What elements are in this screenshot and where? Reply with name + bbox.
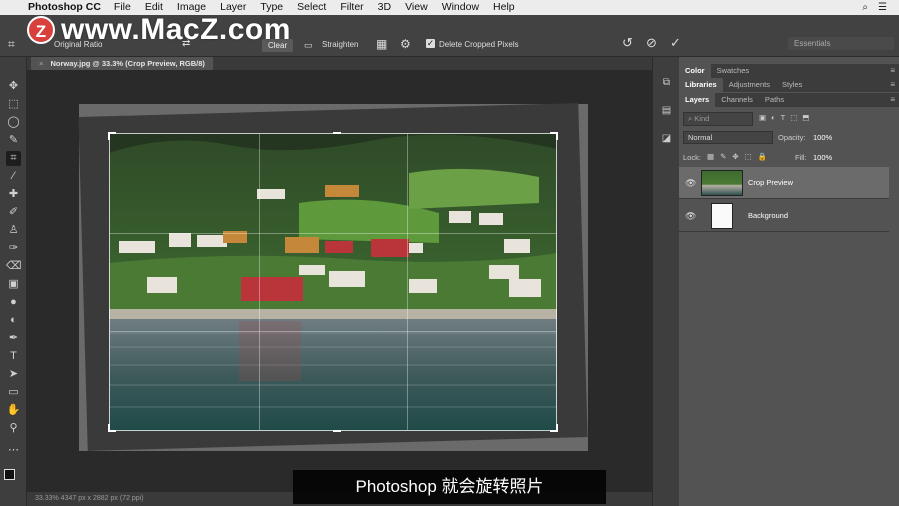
marquee-tool-icon[interactable]: ⬚ bbox=[6, 97, 21, 112]
document-tab-strip: × Norway.jpg @ 33.3% (Crop Preview, RGB/… bbox=[27, 57, 652, 70]
eyedropper-tool-icon[interactable]: ⁄ bbox=[6, 169, 21, 184]
workspace-select[interactable]: Essentials bbox=[788, 37, 894, 50]
straighten-button[interactable]: Straighten bbox=[322, 40, 358, 49]
layers-panel-tabs: Layers Channels Paths ≡ bbox=[679, 93, 899, 107]
menu-view[interactable]: View bbox=[398, 0, 435, 15]
layer-thumbnail bbox=[711, 203, 733, 229]
shape-tool-icon[interactable]: ▭ bbox=[6, 385, 21, 400]
close-icon[interactable]: × bbox=[39, 59, 43, 68]
move-tool-icon[interactable]: ✥ bbox=[6, 79, 21, 94]
tab-layers[interactable]: Layers bbox=[679, 93, 716, 107]
straighten-icon[interactable]: ▭ bbox=[304, 39, 313, 51]
more-tools-icon[interactable]: ⋯ bbox=[6, 443, 21, 458]
lock-label: Lock: bbox=[683, 153, 701, 162]
crop-tool-icon[interactable]: ⌗ bbox=[8, 38, 15, 50]
opacity-label: Opacity: bbox=[778, 133, 806, 142]
panel-menu-icon[interactable]: ≡ bbox=[890, 78, 895, 92]
gear-icon[interactable]: ⚙ bbox=[400, 38, 411, 50]
delete-pixels-checkbox[interactable]: ✓ bbox=[426, 39, 435, 48]
layer-name: Crop Preview bbox=[748, 178, 794, 187]
menu-filter[interactable]: Filter bbox=[333, 0, 370, 15]
blur-tool-icon[interactable]: ● bbox=[6, 295, 21, 310]
pen-tool-icon[interactable]: ✒ bbox=[6, 331, 21, 346]
panel-icon-dock: ⧉ ▤ ◪ bbox=[652, 57, 679, 506]
fill-value[interactable]: 100% bbox=[813, 153, 832, 162]
healing-tool-icon[interactable]: ✚ bbox=[6, 187, 21, 202]
search-icon[interactable]: ⌕ bbox=[862, 2, 868, 13]
landscape-image bbox=[109, 133, 557, 431]
history-panel-icon[interactable]: ⧉ bbox=[659, 75, 674, 90]
crop-tool-icon[interactable]: ⌗ bbox=[6, 151, 21, 166]
delete-pixels-label: Delete Cropped Pixels bbox=[439, 40, 519, 49]
lock-icons[interactable]: ▦✎✥⬚🔒 bbox=[707, 152, 773, 161]
gradient-tool-icon[interactable]: ▣ bbox=[6, 277, 21, 292]
history-brush-icon[interactable]: ✑ bbox=[6, 241, 21, 256]
eraser-tool-icon[interactable]: ⌫ bbox=[6, 259, 22, 274]
tab-swatches[interactable]: Swatches bbox=[711, 64, 756, 78]
quick-select-tool-icon[interactable]: ✎ bbox=[6, 133, 21, 148]
stamp-tool-icon[interactable]: ♙ bbox=[6, 223, 21, 238]
adjust-panel-icon[interactable]: ◪ bbox=[659, 131, 674, 146]
status-bar: 33.33% 4347 px x 2882 px (72 ppi) bbox=[27, 492, 652, 506]
watermark-text: www.MacZ.com bbox=[61, 13, 291, 46]
tab-color[interactable]: Color bbox=[679, 64, 711, 78]
lasso-tool-icon[interactable]: ◯ bbox=[6, 115, 21, 130]
canvas[interactable] bbox=[78, 103, 588, 451]
grid-overlay-icon[interactable]: ▦ bbox=[376, 38, 387, 50]
tab-channels[interactable]: Channels bbox=[715, 93, 759, 107]
hand-tool-icon[interactable]: ✋ bbox=[6, 403, 21, 418]
menu-window[interactable]: Window bbox=[435, 0, 486, 15]
foreground-color-swatch[interactable] bbox=[4, 469, 15, 480]
panel-menu-icon[interactable]: ≡ bbox=[890, 93, 895, 107]
layer-filter-kind[interactable]: ⌕ Kind bbox=[683, 112, 753, 126]
commit-icon[interactable]: ✓ bbox=[670, 36, 681, 49]
watermark-logo: Z bbox=[27, 16, 55, 44]
dodge-tool-icon[interactable]: ◐ bbox=[6, 313, 21, 328]
eye-icon[interactable]: 👁 bbox=[685, 211, 696, 222]
brush-tool-icon[interactable]: ✐ bbox=[6, 205, 21, 220]
crop-preview-photo bbox=[109, 133, 557, 431]
layer-name: Background bbox=[748, 211, 789, 220]
tab-styles[interactable]: Styles bbox=[776, 78, 808, 92]
tab-adjustments[interactable]: Adjustments bbox=[723, 78, 776, 92]
panels-dock: Color Swatches ≡ Libraries Adjustments S… bbox=[679, 57, 899, 506]
color-panel-tabs: Color Swatches ≡ bbox=[679, 64, 899, 78]
list-icon[interactable]: ☰ bbox=[878, 2, 887, 13]
watermark: Z www.MacZ.com bbox=[27, 12, 291, 48]
blend-mode-select[interactable]: Normal bbox=[683, 131, 773, 144]
layer-background[interactable]: 👁 Background bbox=[679, 200, 889, 232]
cancel-icon[interactable]: ⊘ bbox=[646, 36, 657, 49]
libraries-panel-tabs: Libraries Adjustments Styles ≡ bbox=[679, 78, 899, 92]
path-select-icon[interactable]: ➤ bbox=[6, 367, 21, 382]
filter-icons[interactable]: ▣◐T⬚⬒ bbox=[759, 113, 814, 122]
layer-thumbnail bbox=[701, 170, 743, 196]
layer-crop-preview[interactable]: 👁 Crop Preview bbox=[679, 167, 889, 199]
panel-menu-icon[interactable]: ≡ bbox=[890, 64, 895, 78]
tools-panel: ✥ ⬚ ◯ ✎ ⌗ ⁄ ✚ ✐ ♙ ✑ ⌫ ▣ ● ◐ ✒ T ➤ ▭ ✋ ⚲ … bbox=[0, 57, 27, 506]
type-tool-icon[interactable]: T bbox=[6, 349, 21, 364]
document-tab-title: Norway.jpg @ 33.3% (Crop Preview, RGB/8) bbox=[50, 59, 205, 68]
fill-label: Fill: bbox=[795, 153, 807, 162]
menu-select[interactable]: Select bbox=[290, 0, 333, 15]
tab-libraries[interactable]: Libraries bbox=[679, 78, 723, 92]
reset-icon[interactable]: ↺ bbox=[622, 36, 633, 49]
document-tab[interactable]: × Norway.jpg @ 33.3% (Crop Preview, RGB/… bbox=[31, 57, 213, 70]
menu-help[interactable]: Help bbox=[486, 0, 522, 15]
zoom-tool-icon[interactable]: ⚲ bbox=[6, 421, 21, 436]
properties-panel-icon[interactable]: ▤ bbox=[659, 103, 674, 118]
opacity-value[interactable]: 100% bbox=[813, 133, 832, 142]
menu-3d[interactable]: 3D bbox=[371, 0, 398, 15]
tab-paths[interactable]: Paths bbox=[759, 93, 790, 107]
eye-icon[interactable]: 👁 bbox=[685, 178, 696, 189]
